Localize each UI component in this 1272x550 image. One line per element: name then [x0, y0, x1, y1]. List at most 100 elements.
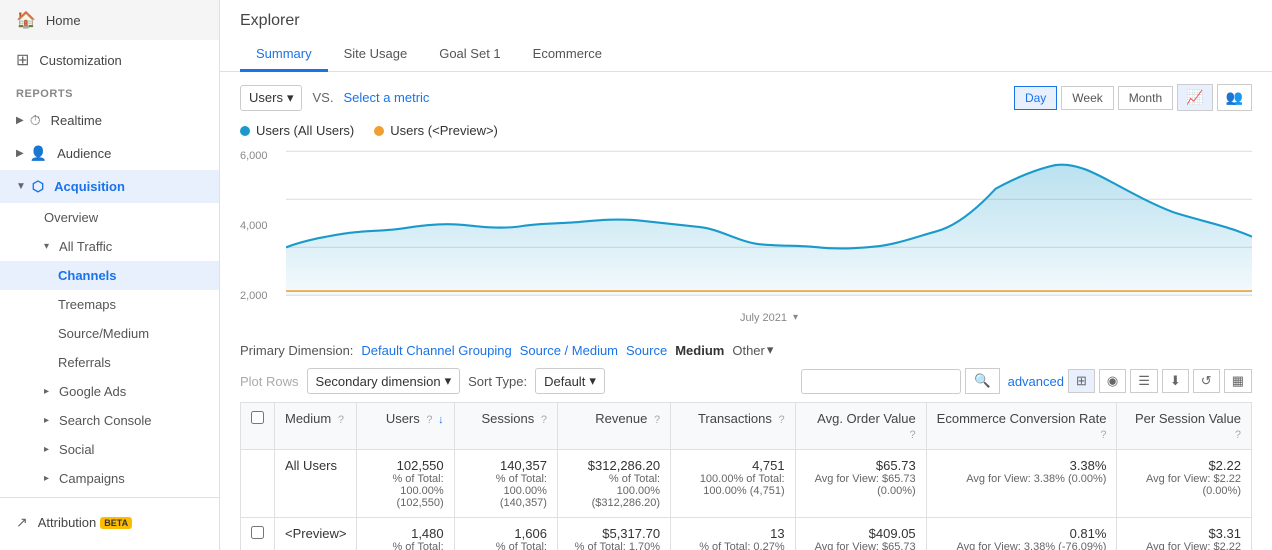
sidebar-item-attribution[interactable]: ↗ Attribution BETA — [0, 506, 219, 539]
dim-link-source[interactable]: Source — [626, 343, 667, 358]
sidebar-sub-google-ads[interactable]: ▸ Google Ads — [0, 377, 219, 406]
day-button[interactable]: Day — [1014, 86, 1057, 110]
th-users: Users ? ↓ — [357, 403, 454, 450]
td-checkbox-preview — [241, 518, 275, 550]
chart-wrapper: 6,000 4,000 2,000 — [240, 146, 1252, 306]
line-chart-button[interactable]: 📈 — [1177, 84, 1212, 111]
vs-text: VS. — [312, 90, 333, 105]
sidebar-sub-source-medium[interactable]: Source/Medium — [0, 319, 219, 348]
td-sessions-all-users: 140,357 % of Total: 100.00% (140,357) — [454, 450, 557, 518]
dim-other-dropdown[interactable]: Other ▾ — [732, 342, 773, 358]
secondary-dimension-dropdown[interactable]: Secondary dimension ▾ — [307, 368, 461, 394]
table-search-input[interactable] — [801, 369, 961, 394]
primary-dimension-row: Primary Dimension: Default Channel Group… — [240, 342, 1252, 358]
td-users-all-users: 102,550 % of Total: 100.00% (102,550) — [357, 450, 454, 518]
x-axis-label-area: July 2021 ▾ — [740, 310, 798, 324]
acquisition-icon: ⬡ — [32, 178, 44, 195]
month-button[interactable]: Month — [1118, 86, 1173, 110]
th-medium: Medium ? — [275, 403, 357, 450]
th-per-session: Per Session Value ? — [1117, 403, 1252, 450]
filter-button[interactable]: ☰ — [1130, 369, 1158, 393]
revenue-help-icon[interactable]: ? — [654, 414, 660, 426]
td-users-preview: 1,480 % of Total: 1.44% (102,550) — [357, 518, 454, 550]
sort-type-dropdown[interactable]: Default ▾ — [535, 368, 605, 394]
sidebar-sub-referrals[interactable]: Referrals — [0, 348, 219, 377]
ecommerce-rate-help-icon[interactable]: ? — [1100, 429, 1106, 441]
chevron-down-icon: ▾ — [589, 373, 596, 389]
select-metric-link[interactable]: Select a metric — [343, 90, 429, 105]
grid-view-button[interactable]: ⊞ — [1068, 369, 1095, 393]
avg-order-help-icon[interactable]: ? — [910, 429, 916, 441]
chevron-right-icon: ▸ — [44, 444, 49, 455]
medium-help-icon[interactable]: ? — [338, 414, 344, 426]
explorer-header: Explorer Summary Site Usage Goal Set 1 E… — [220, 0, 1272, 72]
pie-view-button[interactable]: ◉ — [1099, 369, 1126, 393]
chevron-right-icon: ▸ — [44, 415, 49, 426]
tab-summary[interactable]: Summary — [240, 38, 328, 72]
th-transactions: Transactions ? — [671, 403, 796, 450]
sessions-help-icon[interactable]: ? — [541, 414, 547, 426]
motion-chart-button[interactable]: 👥 — [1217, 84, 1252, 111]
y-label-6000: 6,000 — [240, 150, 284, 162]
td-transactions-preview: 13 % of Total: 0.27% (4,751) — [671, 518, 796, 550]
week-button[interactable]: Week — [1061, 86, 1113, 110]
chevron-down-icon: ▾ — [287, 90, 294, 106]
td-per-session-all-users: $2.22 Avg for View: $2.22 (0.00%) — [1117, 450, 1252, 518]
sidebar-item-customization[interactable]: ⊞ Customization — [0, 40, 219, 80]
customization-icon: ⊞ — [16, 50, 29, 70]
chevron-down-icon: ▾ — [767, 342, 774, 358]
tab-site-usage[interactable]: Site Usage — [328, 38, 424, 72]
plot-rows-button: Plot Rows — [240, 374, 299, 389]
sidebar-item-audience[interactable]: ▶ 👤 Audience — [0, 137, 219, 170]
table-view-button[interactable]: ▦ — [1224, 369, 1252, 393]
sidebar-sub-overview[interactable]: Overview — [0, 203, 219, 232]
td-revenue-all-users: $312,286.20 % of Total: 100.00% ($312,28… — [557, 450, 670, 518]
chevron-right-icon: ▶ — [16, 115, 24, 126]
sidebar-item-home[interactable]: 🏠 Home — [0, 0, 219, 40]
td-sessions-preview: 1,606 % of Total: 1.14% (140,357) — [454, 518, 557, 550]
sidebar-sub-treemaps[interactable]: Treemaps — [0, 290, 219, 319]
table-row-preview: <Preview> 1,480 % of Total: 1.44% (102,5… — [241, 518, 1252, 550]
tab-goal-set-1[interactable]: Goal Set 1 — [423, 38, 516, 72]
th-revenue: Revenue ? — [557, 403, 670, 450]
per-session-help-icon[interactable]: ? — [1235, 429, 1241, 441]
y-label-2000: 2,000 — [240, 290, 284, 302]
sidebar-sub-social[interactable]: ▸ Social — [0, 435, 219, 464]
x-label-dropdown-icon[interactable]: ▾ — [793, 312, 798, 323]
row-checkbox-preview[interactable] — [251, 526, 264, 539]
sidebar-item-acquisition[interactable]: ▼ ⬡ Acquisition — [0, 170, 219, 203]
collapse-button[interactable]: ⬇ — [1162, 369, 1189, 393]
dim-link-medium[interactable]: Medium — [675, 343, 724, 358]
chart-legend: Users (All Users) Users (<Preview>) — [240, 123, 1252, 138]
sidebar-sub-channels[interactable]: Channels — [0, 261, 219, 290]
chevron-right-icon: ▶ — [16, 148, 24, 159]
th-avg-order: Avg. Order Value ? — [795, 403, 926, 450]
chevron-right-icon: ▸ — [44, 386, 49, 397]
realtime-icon: ⏱ — [30, 112, 41, 129]
advanced-link[interactable]: advanced — [1008, 374, 1064, 389]
users-help-icon[interactable]: ? — [426, 414, 432, 426]
td-ecommerce-all-users: 3.38% Avg for View: 3.38% (0.00%) — [926, 450, 1117, 518]
metric-dropdown[interactable]: Users ▾ — [240, 85, 302, 111]
chart-controls-right: Day Week Month 📈 👥 — [1014, 84, 1252, 111]
refresh-button[interactable]: ↺ — [1193, 369, 1220, 393]
chevron-down-icon: ▼ — [16, 181, 26, 192]
sidebar-sub-all-traffic[interactable]: ▾ All Traffic — [0, 232, 219, 261]
chevron-down-icon: ▾ — [445, 373, 452, 389]
tab-ecommerce[interactable]: Ecommerce — [517, 38, 618, 72]
dim-link-default-channel[interactable]: Default Channel Grouping — [361, 343, 511, 358]
td-medium-preview: <Preview> — [275, 518, 357, 550]
search-button[interactable]: 🔍 — [965, 368, 1000, 394]
data-table: Medium ? Users ? ↓ Sessions ? Revenue — [240, 402, 1252, 550]
td-revenue-preview: $5,317.70 % of Total: 1.70% ($312,286.20… — [557, 518, 670, 550]
chart-svg — [286, 146, 1252, 306]
chevron-right-icon: ▸ — [44, 473, 49, 484]
sidebar-item-realtime[interactable]: ▶ ⏱ Realtime — [0, 104, 219, 137]
table-toolbar: Plot Rows Secondary dimension ▾ Sort Typ… — [240, 368, 1252, 394]
explorer-title: Explorer — [240, 12, 1252, 30]
dim-link-source-medium[interactable]: Source / Medium — [520, 343, 618, 358]
sidebar-sub-campaigns[interactable]: ▸ Campaigns — [0, 464, 219, 493]
select-all-checkbox[interactable] — [251, 411, 264, 424]
transactions-help-icon[interactable]: ? — [779, 414, 785, 426]
sidebar-sub-search-console[interactable]: ▸ Search Console — [0, 406, 219, 435]
